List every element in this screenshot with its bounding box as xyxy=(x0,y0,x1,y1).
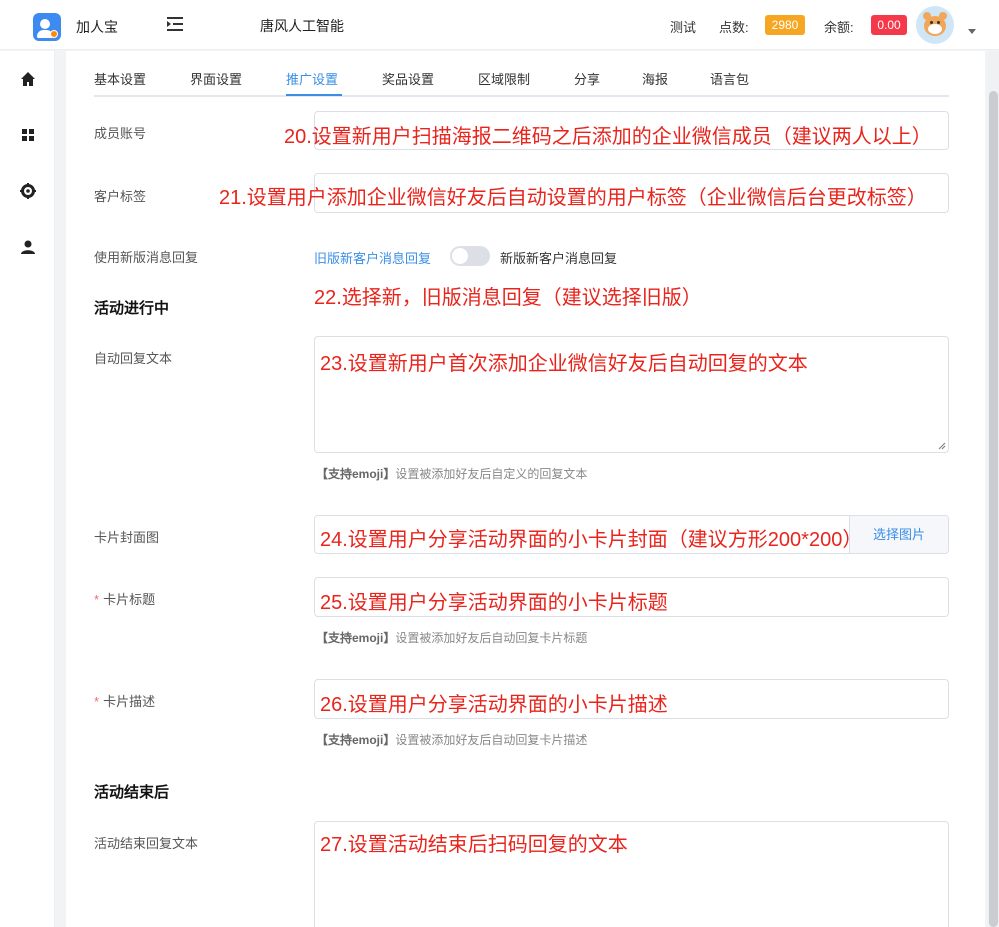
scrollbar[interactable] xyxy=(988,51,999,927)
sidebar xyxy=(0,51,55,927)
resize-grip-icon[interactable] xyxy=(938,442,946,450)
card-desc-label: * 卡片描述 xyxy=(94,694,156,709)
end-reply-text: 27.设置活动结束后扫码回复的文本 xyxy=(320,834,628,856)
user-name: 测试 xyxy=(670,20,697,35)
tab-region[interactable]: 区域限制 xyxy=(478,69,530,88)
tab-poster[interactable]: 海报 xyxy=(642,69,668,88)
member-account-label: 成员账号 xyxy=(94,126,147,141)
new-reply-option[interactable]: 新版新客户消息回复 xyxy=(500,248,617,267)
points-label: 点数: xyxy=(719,20,749,35)
reply-version-switch[interactable] xyxy=(450,246,490,266)
auto-reply-hint: 【支持emoji】设置被添加好友后自定义的回复文本 xyxy=(316,467,588,481)
auto-reply-label: 自动回复文本 xyxy=(94,351,173,366)
card-desc-hint: 【支持emoji】设置被添加好友后自动回复卡片描述 xyxy=(316,733,588,747)
tab-basic[interactable]: 基本设置 xyxy=(94,69,146,88)
tab-interface[interactable]: 界面设置 xyxy=(190,69,242,88)
customer-tag-label: 客户标签 xyxy=(94,189,147,204)
end-reply-textarea[interactable]: 27.设置活动结束后扫码回复的文本 xyxy=(314,821,949,927)
old-reply-option[interactable]: 旧版新客户消息回复 xyxy=(314,248,431,267)
card-title-input[interactable]: 25.设置用户分享活动界面的小卡片标题 xyxy=(314,577,949,617)
org-name: 唐风人工智能 xyxy=(260,18,344,34)
user-icon[interactable] xyxy=(19,238,37,256)
grid-icon[interactable] xyxy=(19,126,37,144)
points-badge: 2980 xyxy=(765,15,805,35)
tab-share[interactable]: 分享 xyxy=(574,69,600,88)
new-msg-reply-label: 使用新版消息回复 xyxy=(94,250,199,265)
card-cover-text: 24.设置用户分享活动界面的小卡片封面（建议方形200*200） xyxy=(320,529,863,551)
section-ended-title: 活动结束后 xyxy=(94,784,170,801)
app-logo[interactable] xyxy=(33,13,61,41)
tab-prizes[interactable]: 奖品设置 xyxy=(382,69,434,88)
avatar[interactable] xyxy=(916,6,954,44)
balance-label: 余额: xyxy=(824,20,854,35)
member-account-annotation: 20.设置新用户扫描海报二维码之后添加的企业微信成员（建议两人以上） xyxy=(284,126,932,148)
scroll-thumb[interactable] xyxy=(989,91,998,927)
card-desc-text: 26.设置用户分享活动界面的小卡片描述 xyxy=(320,694,668,716)
end-reply-label: 活动结束回复文本 xyxy=(94,836,199,851)
top-header: 加人宝 唐风人工智能 测试 点数: 2980 余额: 0.00 xyxy=(0,0,999,50)
auto-reply-textarea[interactable]: 23.设置新用户首次添加企业微信好友后自动回复的文本 xyxy=(314,336,949,453)
active-tab-indicator xyxy=(286,94,342,96)
card-title-text: 25.设置用户分享活动界面的小卡片标题 xyxy=(320,592,668,614)
balance-badge: 0.00 xyxy=(871,15,907,35)
settings-tabs: 基本设置 界面设置 推广设置 奖品设置 区域限制 分享 海报 语言包 xyxy=(94,51,949,97)
auto-reply-text: 23.设置新用户首次添加企业微信好友后自动回复的文本 xyxy=(320,353,808,375)
app-name: 加人宝 xyxy=(76,19,118,35)
card-desc-input[interactable]: 26.设置用户分享活动界面的小卡片描述 xyxy=(314,679,949,719)
section-active-title: 活动进行中 xyxy=(94,300,170,317)
customer-tag-annotation: 21.设置用户添加企业微信好友后自动设置的用户标签（企业微信后台更改标签） xyxy=(219,187,927,209)
home-icon[interactable] xyxy=(19,70,37,88)
tab-language[interactable]: 语言包 xyxy=(710,69,749,88)
menu-toggle-icon[interactable] xyxy=(166,15,184,33)
user-menu-caret-icon[interactable] xyxy=(968,29,976,34)
choose-image-button[interactable]: 选择图片 xyxy=(849,516,948,553)
reply-switch-annotation: 22.选择新，旧版消息回复（建议选择旧版） xyxy=(314,287,702,309)
gear-icon[interactable] xyxy=(19,182,37,200)
tab-promotion[interactable]: 推广设置 xyxy=(286,69,338,88)
card-title-label: * 卡片标题 xyxy=(94,592,156,607)
card-cover-label: 卡片封面图 xyxy=(94,530,160,545)
card-title-hint: 【支持emoji】设置被添加好友后自动回复卡片标题 xyxy=(316,631,588,645)
